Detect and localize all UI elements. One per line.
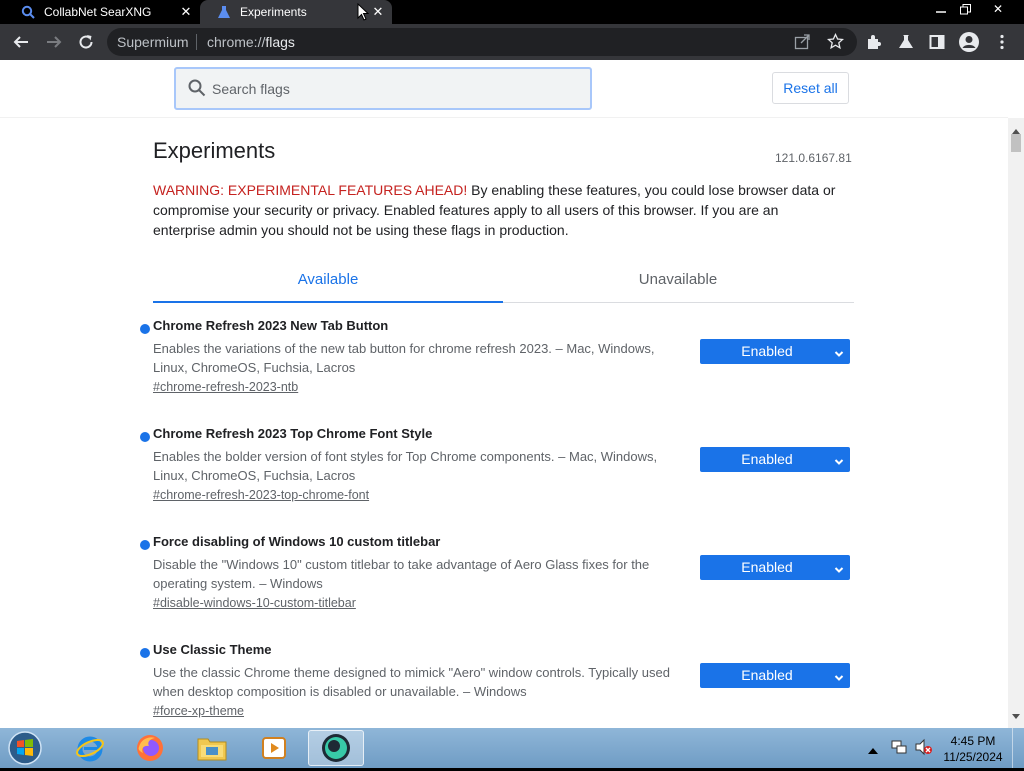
flag-item: Force disabling of Windows 10 custom tit… <box>140 532 860 632</box>
browser-toolbar: Supermium chrome://flags <box>0 24 1024 60</box>
scrollbar-thumb[interactable] <box>1011 134 1021 152</box>
scroll-down-arrow-icon[interactable] <box>1012 707 1020 725</box>
flags-content: Experiments 121.0.6167.81 WARNING: EXPER… <box>0 118 1008 728</box>
tab-available[interactable]: Available <box>153 268 503 303</box>
flag-permalink[interactable]: #disable-windows-10-custom-titlebar <box>153 596 356 610</box>
flag-state-select[interactable]: Enabled <box>700 555 850 580</box>
profile-avatar-icon[interactable] <box>957 30 981 54</box>
flag-name: Chrome Refresh 2023 New Tab Button <box>153 318 389 333</box>
flag-item: Chrome Refresh 2023 New Tab Button Enabl… <box>140 316 860 416</box>
flask-favicon-icon <box>216 4 232 20</box>
file-explorer-icon[interactable] <box>184 730 240 766</box>
search-header: Reset all <box>0 60 1008 118</box>
reload-icon[interactable] <box>74 30 98 54</box>
side-panel-icon[interactable] <box>925 30 949 54</box>
share-icon[interactable] <box>794 33 811 55</box>
taskbar-clock[interactable]: 4:45 PM 11/25/2024 <box>940 733 1006 765</box>
enabled-dot-icon <box>140 540 150 550</box>
page-title: Experiments <box>153 138 276 163</box>
search-flags-input[interactable] <box>212 77 572 101</box>
separator <box>196 34 197 50</box>
tab-title: Experiments <box>240 5 307 19</box>
flag-name: Use Classic Theme <box>153 642 272 657</box>
mouse-cursor-icon <box>357 2 370 26</box>
flag-state-select[interactable]: Enabled <box>700 447 850 472</box>
close-tab-icon[interactable]: ✕ <box>178 4 194 20</box>
select-value: Enabled <box>741 343 793 359</box>
enabled-dot-icon <box>140 648 150 658</box>
search-icon <box>188 79 206 102</box>
reset-all-button[interactable]: Reset all <box>772 72 849 104</box>
chevron-down-icon <box>834 670 844 686</box>
clock-time: 4:45 PM <box>950 734 996 748</box>
flag-item: Chrome Refresh 2023 Top Chrome Font Styl… <box>140 424 860 524</box>
search-favicon-icon <box>20 4 36 20</box>
tab-strip: CollabNet SearXNG ✕ Experiments ✕ ✕ <box>0 0 1024 24</box>
select-value: Enabled <box>741 559 793 575</box>
start-button[interactable] <box>6 730 46 766</box>
flag-description: Enables the bolder version of font style… <box>153 449 658 483</box>
select-value: Enabled <box>741 667 793 683</box>
minimize-icon[interactable] <box>928 0 954 18</box>
more-menu-icon[interactable] <box>990 30 1014 54</box>
restore-icon[interactable] <box>952 0 978 18</box>
flag-name: Force disabling of Windows 10 custom tit… <box>153 534 441 549</box>
page-scrollbar[interactable] <box>1008 118 1024 728</box>
flags-tabs: Available Unavailable <box>153 268 854 303</box>
taskbar: 4:45 PM 11/25/2024 <box>0 728 1024 768</box>
bookmark-star-icon[interactable] <box>826 32 845 55</box>
firefox-icon[interactable] <box>122 730 178 766</box>
enabled-dot-icon <box>140 432 150 442</box>
flag-description: Use the classic Chrome theme designed to… <box>153 665 670 699</box>
network-icon[interactable] <box>890 738 908 761</box>
volume-muted-icon[interactable] <box>914 738 932 761</box>
supermium-icon[interactable] <box>308 730 364 766</box>
flags-page: Reset all Experiments 121.0.6167.81 WARN… <box>0 60 1024 728</box>
warning-text: WARNING: EXPERIMENTAL FEATURES AHEAD! By… <box>153 180 843 240</box>
select-value: Enabled <box>741 451 793 467</box>
internet-explorer-icon[interactable] <box>62 730 118 766</box>
chevron-down-icon <box>834 454 844 470</box>
version-label: 121.0.6167.81 <box>775 151 852 165</box>
flag-name: Chrome Refresh 2023 Top Chrome Font Styl… <box>153 426 433 441</box>
flag-permalink[interactable]: #chrome-refresh-2023-ntb <box>153 380 298 394</box>
labs-flask-icon[interactable] <box>894 30 918 54</box>
chevron-down-icon <box>834 346 844 362</box>
flag-permalink[interactable]: #chrome-refresh-2023-top-chrome-font <box>153 488 369 502</box>
flag-description: Enables the variations of the new tab bu… <box>153 341 655 375</box>
flag-description: Disable the "Windows 10" custom titlebar… <box>153 557 650 591</box>
flag-permalink[interactable]: #force-xp-theme <box>153 704 244 718</box>
back-arrow-icon[interactable] <box>9 30 33 54</box>
tab-title: CollabNet SearXNG <box>44 5 152 19</box>
flag-state-select[interactable]: Enabled <box>700 339 850 364</box>
show-desktop-button[interactable] <box>1012 728 1024 768</box>
chevron-down-icon <box>834 562 844 578</box>
tab-unavailable[interactable]: Unavailable <box>503 268 853 302</box>
address-bar[interactable]: Supermium chrome://flags <box>107 28 857 56</box>
tray-expand-icon[interactable] <box>868 742 878 760</box>
browser-chip: Supermium <box>117 34 189 50</box>
media-player-icon[interactable] <box>246 730 302 766</box>
enabled-dot-icon <box>140 324 150 334</box>
clock-date: 11/25/2024 <box>943 750 1003 764</box>
flag-state-select[interactable]: Enabled <box>700 663 850 688</box>
search-flags-box <box>174 67 592 110</box>
window-close-icon[interactable]: ✕ <box>978 0 1018 18</box>
close-tab-icon[interactable]: ✕ <box>370 4 386 20</box>
url-text: chrome://flags <box>207 34 295 50</box>
extensions-puzzle-icon[interactable] <box>862 30 886 54</box>
warning-lead: WARNING: EXPERIMENTAL FEATURES AHEAD! <box>153 182 468 198</box>
flag-item: Use Classic Theme Use the classic Chrome… <box>140 640 860 728</box>
tab-searxng[interactable]: CollabNet SearXNG ✕ <box>0 0 200 24</box>
forward-arrow-icon[interactable] <box>42 30 66 54</box>
